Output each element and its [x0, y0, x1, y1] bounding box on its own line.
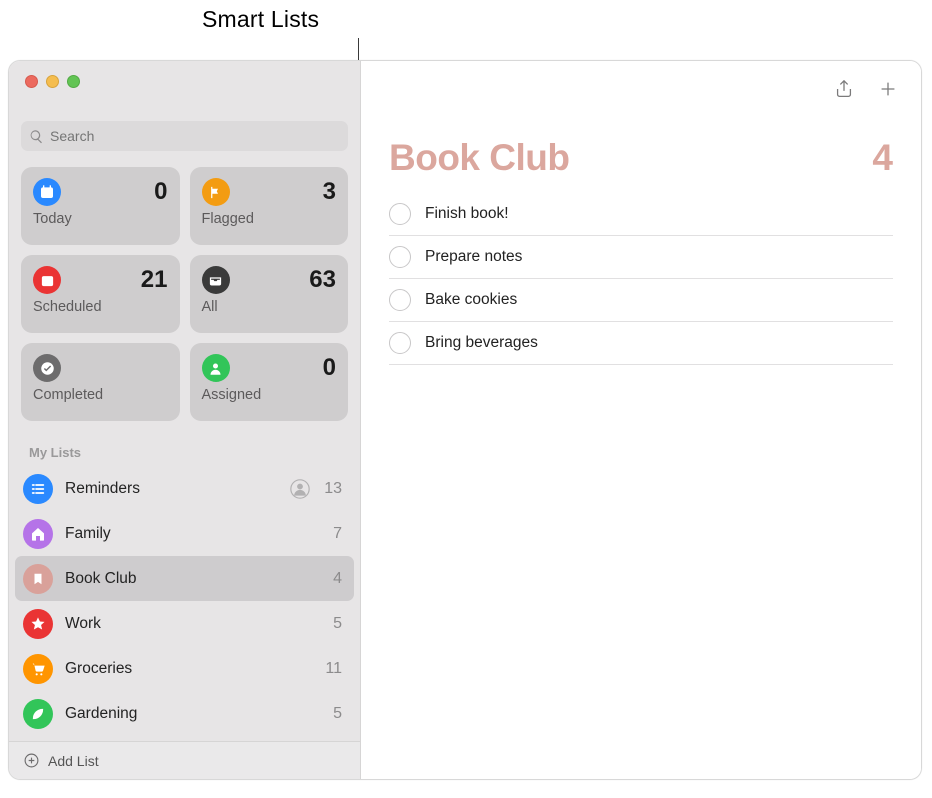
toolbar	[361, 61, 921, 109]
reminder-text: Prepare notes	[425, 248, 522, 266]
reminder-complete-toggle[interactable]	[389, 246, 411, 268]
main-pane: Book Club 4 Finish book! Prepare notes Bak…	[361, 61, 921, 779]
list-row-work[interactable]: Work 5	[15, 601, 354, 646]
person-icon	[202, 354, 230, 382]
plus-circle-icon	[23, 752, 40, 769]
list-title: Book Club	[389, 137, 569, 179]
reminder-complete-toggle[interactable]	[389, 289, 411, 311]
list-row-gardening[interactable]: Gardening 5	[15, 691, 354, 736]
close-window-button[interactable]	[25, 75, 38, 88]
bookmark-icon	[23, 564, 53, 594]
home-icon	[23, 519, 53, 549]
smart-list-all[interactable]: 63 All	[190, 255, 349, 333]
smart-today-label: Today	[33, 211, 168, 227]
smart-scheduled-label: Scheduled	[33, 299, 168, 315]
sidebar: 0 Today 3 Flagged 21	[9, 61, 361, 779]
list-name: Gardening	[65, 705, 321, 723]
zoom-window-button[interactable]	[67, 75, 80, 88]
smart-list-today[interactable]: 0 Today	[21, 167, 180, 245]
search-icon	[29, 129, 44, 144]
title-row: Book Club 4	[361, 109, 921, 185]
list-row-family[interactable]: Family 7	[15, 511, 354, 556]
smart-list-scheduled[interactable]: 21 Scheduled	[21, 255, 180, 333]
reminder-item[interactable]: Bring beverages	[389, 321, 893, 365]
smart-flagged-count: 3	[323, 178, 336, 206]
minimize-window-button[interactable]	[46, 75, 59, 88]
calendar-icon	[33, 266, 61, 294]
list-count: 7	[333, 525, 342, 543]
list-count: 11	[325, 660, 342, 678]
my-lists: Reminders 13 Family 7 Book Club 4 Work 5 Groceri…	[9, 466, 360, 741]
sidebar-footer: Add List	[9, 741, 360, 779]
search-field[interactable]	[21, 121, 348, 151]
inbox-icon	[202, 266, 230, 294]
smart-completed-label: Completed	[33, 387, 168, 403]
list-name: Reminders	[65, 480, 278, 498]
add-reminder-icon[interactable]	[877, 78, 899, 100]
check-icon	[33, 354, 61, 382]
flag-icon	[202, 178, 230, 206]
list-name: Work	[65, 615, 321, 633]
smart-list-completed[interactable]: Completed	[21, 343, 180, 421]
reminder-complete-toggle[interactable]	[389, 332, 411, 354]
smart-today-count: 0	[154, 178, 167, 206]
list-row-book-club[interactable]: Book Club 4	[15, 556, 354, 601]
reminder-text: Bring beverages	[425, 334, 538, 352]
shared-icon	[290, 479, 310, 499]
reminder-item[interactable]: Prepare notes	[389, 235, 893, 278]
list-name: Groceries	[65, 660, 313, 678]
smart-all-label: All	[202, 299, 337, 315]
smart-list-assigned[interactable]: 0 Assigned	[190, 343, 349, 421]
smart-flagged-label: Flagged	[202, 211, 337, 227]
search-input[interactable]	[50, 128, 340, 144]
list-name: Family	[65, 525, 321, 543]
my-lists-header: My Lists	[9, 427, 360, 466]
smart-lists-grid: 0 Today 3 Flagged 21	[9, 161, 360, 427]
list-row-groceries[interactable]: Groceries 11	[15, 646, 354, 691]
list-icon	[23, 474, 53, 504]
reminder-item[interactable]: Bake cookies	[389, 278, 893, 321]
calendar-today-icon	[33, 178, 61, 206]
star-icon	[23, 609, 53, 639]
list-count: 5	[333, 615, 342, 633]
list-count: 13	[324, 480, 342, 498]
smart-assigned-count: 0	[323, 354, 336, 382]
reminder-complete-toggle[interactable]	[389, 203, 411, 225]
smart-assigned-label: Assigned	[202, 387, 337, 403]
callout-smart-lists-label: Smart Lists	[202, 6, 319, 33]
cart-icon	[23, 654, 53, 684]
reminder-text: Bake cookies	[425, 291, 517, 309]
add-list-button[interactable]: Add List	[48, 753, 99, 769]
smart-all-count: 63	[309, 266, 336, 294]
reminders-items: Finish book! Prepare notes Bake cookies Bri…	[361, 185, 921, 373]
list-count: 4	[333, 570, 342, 588]
list-row-reminders[interactable]: Reminders 13	[15, 466, 354, 511]
list-count: 5	[333, 705, 342, 723]
share-icon[interactable]	[833, 78, 855, 100]
reminders-window: 0 Today 3 Flagged 21	[8, 60, 922, 780]
window-controls	[9, 61, 360, 101]
smart-list-flagged[interactable]: 3 Flagged	[190, 167, 349, 245]
list-count: 4	[872, 137, 893, 179]
leaf-icon	[23, 699, 53, 729]
list-name: Book Club	[65, 570, 321, 588]
reminder-item[interactable]: Finish book!	[389, 193, 893, 235]
reminder-text: Finish book!	[425, 205, 509, 223]
smart-scheduled-count: 21	[141, 266, 168, 294]
